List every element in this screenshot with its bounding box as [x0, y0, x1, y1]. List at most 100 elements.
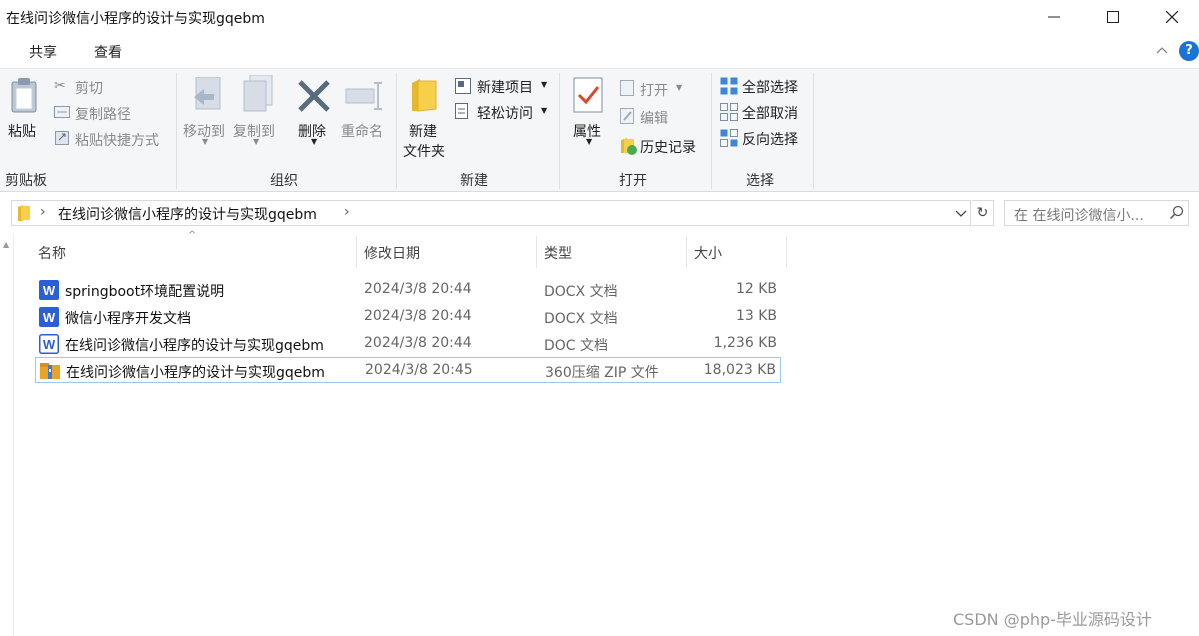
chevron-down-icon: ▼ [311, 137, 318, 146]
file-date: 2024/3/8 20:45 [365, 362, 473, 378]
cut-button[interactable]: 剪切 [75, 78, 103, 98]
new-folder-button[interactable]: 新建 [409, 121, 437, 141]
open-button[interactable]: 打开 [640, 80, 668, 100]
chevron-down-icon: ▼ [586, 137, 593, 146]
paste-shortcut-button[interactable]: 粘贴快捷方式 [75, 130, 159, 150]
title-bar: 在线问诊微信小程序的设计与实现gqebm [0, 0, 1199, 34]
address-bar[interactable]: › 在线问诊微信小程序的设计与实现gqebm › [11, 200, 971, 226]
file-name: 在线问诊微信小程序的设计与实现gqebm [66, 365, 325, 381]
new-item-icon [455, 78, 471, 94]
group-label-clipboard: 剪贴板 [5, 173, 47, 189]
chevron-down-icon: ▼ [253, 137, 260, 146]
paste-icon[interactable] [9, 77, 39, 113]
ribbon: 粘贴 ✂ 剪切 复制路径 粘贴快捷方式 剪贴板 移动到 ▼ 复制到 ▼ 删除 ▼… [0, 68, 1199, 192]
file-name: 在线问诊微信小程序的设计与实现gqebm [65, 338, 324, 354]
select-all-button[interactable]: 全部选择 [742, 77, 798, 97]
group-divider [176, 73, 177, 189]
tab-view[interactable]: 查看 [94, 42, 122, 62]
file-size: 12 KB [735, 281, 777, 297]
file-row-selected[interactable]: 在线问诊微信小程序的设计与实现gqebm 2024/3/8 20:45 360压… [35, 357, 781, 383]
folder-icon [18, 205, 30, 221]
file-name: springboot环境配置说明 [65, 284, 225, 300]
minimize-icon [1048, 16, 1060, 18]
group-divider [813, 73, 814, 189]
chevron-down-icon: ▼ [202, 137, 209, 146]
new-folder-icon [412, 79, 437, 112]
copy-path-icon [54, 106, 70, 118]
file-type: DOC 文档 [544, 338, 609, 354]
group-label-select: 选择 [746, 173, 774, 189]
file-size: 13 KB [735, 308, 777, 324]
navigation-pane[interactable]: ▲ [0, 234, 14, 636]
group-label-new: 新建 [460, 173, 488, 189]
copy-to-icon [243, 75, 273, 112]
zip-archive-icon [40, 363, 60, 379]
word-doc-icon: W [39, 334, 59, 354]
rename-icon [345, 82, 382, 110]
word-docx-icon: W [39, 280, 59, 300]
group-label-organize: 组织 [270, 173, 298, 189]
move-to-icon [194, 77, 221, 110]
tab-share[interactable]: 共享 [29, 42, 57, 62]
open-icon [620, 80, 634, 96]
search-input[interactable]: 在 在线问诊微信小... [1004, 200, 1189, 226]
ribbon-tabs: 共享 查看 [0, 34, 1199, 68]
search-placeholder: 在 在线问诊微信小... [1014, 208, 1144, 224]
file-size: 18,023 KB [703, 362, 776, 378]
column-header-date[interactable]: 修改日期 [357, 236, 535, 268]
easy-access-icon [455, 103, 468, 119]
easy-access-button[interactable]: 轻松访问 [477, 103, 533, 123]
file-row[interactable]: W 微信小程序开发文档 2024/3/8 20:44 DOCX 文档 13 KB [35, 304, 781, 330]
breadcrumb[interactable]: 在线问诊微信小程序的设计与实现gqebm [58, 204, 317, 224]
properties-icon [573, 77, 603, 113]
rename-button[interactable]: 重命名 [341, 121, 383, 141]
chevron-down-icon: ▼ [541, 80, 548, 89]
column-divider[interactable] [786, 236, 787, 268]
chevron-down-icon: ▼ [541, 106, 548, 115]
select-none-icon [720, 103, 738, 121]
chevron-down-icon: ▼ [676, 83, 683, 92]
invert-selection-button[interactable]: 反向选择 [742, 129, 798, 149]
maximize-icon [1107, 11, 1119, 23]
edit-button[interactable]: 编辑 [640, 108, 668, 128]
file-row[interactable]: W springboot环境配置说明 2024/3/8 20:44 DOCX 文… [35, 277, 781, 303]
chevron-up-icon[interactable] [1153, 42, 1171, 60]
file-type: DOCX 文档 [544, 284, 618, 300]
new-folder-label: 文件夹 [403, 144, 445, 160]
group-divider [559, 73, 560, 189]
copy-path-button[interactable]: 复制路径 [75, 104, 131, 124]
group-divider [396, 73, 397, 189]
file-size: 1,236 KB [713, 335, 777, 351]
scroll-up-icon[interactable]: ▲ [3, 240, 9, 249]
delete-icon [298, 80, 330, 112]
watermark: CSDN @php-毕业源码设计 [953, 610, 1152, 629]
close-button[interactable] [1143, 0, 1199, 34]
new-item-button[interactable]: 新建项目 [477, 77, 533, 97]
select-none-button[interactable]: 全部取消 [742, 103, 798, 123]
file-type: 360压缩 ZIP 文件 [545, 365, 659, 381]
history-icon [621, 138, 637, 155]
maximize-button[interactable] [1084, 0, 1142, 34]
select-all-icon [720, 77, 738, 95]
column-header-type[interactable]: 类型 [537, 236, 685, 268]
word-docx-icon: W [39, 307, 59, 327]
column-header-name[interactable]: 名称 [35, 236, 355, 268]
paste-button[interactable]: 粘贴 [8, 121, 36, 141]
search-icon [1169, 205, 1184, 220]
history-button[interactable]: 历史记录 [640, 137, 696, 157]
refresh-button[interactable]: ↻ [972, 200, 994, 226]
column-header-size[interactable]: 大小 [687, 236, 787, 268]
close-icon [1166, 11, 1178, 23]
chevron-down-icon[interactable] [954, 204, 968, 222]
address-row: › 在线问诊微信小程序的设计与实现gqebm › ↻ 在 在线问诊微信小... [0, 192, 1199, 234]
window-title: 在线问诊微信小程序的设计与实现gqebm [6, 11, 265, 27]
minimize-button[interactable] [1025, 0, 1083, 34]
chevron-right-icon[interactable]: › [344, 204, 350, 220]
help-icon[interactable]: ? [1179, 41, 1199, 61]
invert-selection-icon [720, 129, 738, 147]
file-date: 2024/3/8 20:44 [364, 335, 472, 351]
file-row[interactable]: W 在线问诊微信小程序的设计与实现gqebm 2024/3/8 20:44 DO… [35, 331, 781, 357]
group-divider [711, 73, 712, 189]
chevron-right-icon[interactable]: › [40, 204, 46, 220]
file-date: 2024/3/8 20:44 [364, 281, 472, 297]
